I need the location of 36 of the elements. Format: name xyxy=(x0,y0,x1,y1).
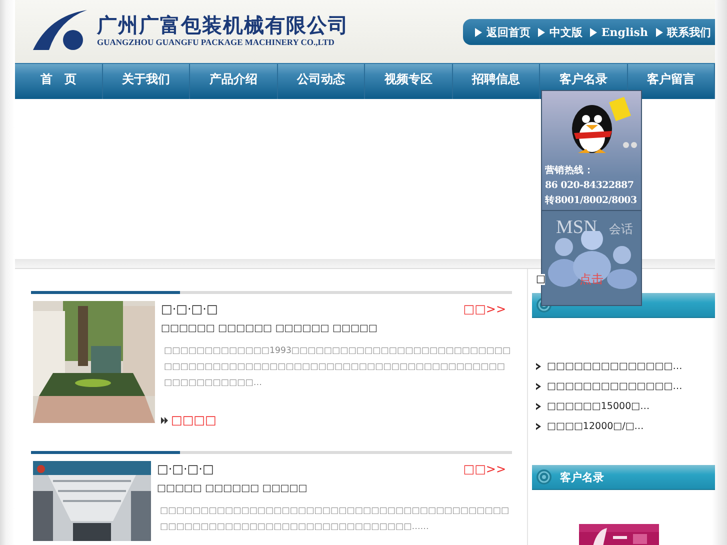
phone-number: 86 020-84322887 xyxy=(544,179,634,193)
news-link[interactable]: □□□□□□□□□□□□□□… xyxy=(547,360,682,372)
section-header-title: 客户名录 xyxy=(560,470,604,484)
triangle-icon xyxy=(590,28,598,36)
more-link[interactable]: □□>> xyxy=(463,462,506,476)
hotline-label: 营销热线： xyxy=(544,164,594,178)
triangle-icon xyxy=(656,28,663,36)
chevron-icon xyxy=(536,382,542,390)
headline: □□□□□ □□□□□□ □□□□□ xyxy=(157,483,308,494)
news-link[interactable]: □□□□□□15000□… xyxy=(547,400,650,412)
body-text: □□□□□□□□□□□□□1993□□□□□□□□□□□□□□□□□□□□□□□□□□□□□□□□□□□□□□□□□□□□□□□□□□□□□□□□□□□□□□□□□□□□□□□□□□□□□□□□… xyxy=(163,345,512,390)
quick-link[interactable]: English xyxy=(601,26,648,38)
double-arrow-icon xyxy=(161,416,168,424)
company-name: 广州广富包装机械有限公司 xyxy=(97,13,349,37)
chevron-icon xyxy=(536,362,542,370)
msn-label: MSN xyxy=(556,217,598,239)
detail-link[interactable]: □□□□ xyxy=(171,413,216,427)
news-link[interactable]: □□□□12000□/□… xyxy=(547,420,644,432)
quick-link[interactable]: 中文版 xyxy=(549,24,582,40)
body-text: □□□□□□□□□□□□□□□□□□□□□□□□□□□□□□□□□□□□□□□□□□□□□□□□□□□□□□□□□□□□□□□□□□□□□□□□□□…… xyxy=(159,505,510,534)
quick-link[interactable]: 返回首页 xyxy=(486,24,530,40)
placeholder-glyph: □ xyxy=(536,274,546,285)
quick-link[interactable]: 联系我们 xyxy=(667,24,711,40)
target-icon xyxy=(536,469,552,485)
more-link[interactable]: □□>> xyxy=(463,302,506,316)
section-title: □·□·□·□ xyxy=(157,462,214,476)
triangle-icon xyxy=(538,28,546,36)
headline: □□□□□□ □□□□□□ □□□□□□ □□□□□ xyxy=(161,323,378,334)
chevron-icon xyxy=(536,402,542,410)
company-name-english: GUANGZHOU GUANGFU PACKAGE MACHINERY CO.,LTD xyxy=(97,37,336,47)
triangle-icon xyxy=(475,28,482,36)
section-title: □·□·□·□ xyxy=(161,302,218,316)
chat-label: 会话 xyxy=(609,221,634,238)
news-link[interactable]: □□□□□□□□□□□□□□… xyxy=(547,380,682,392)
phone-extension: 转8001/8002/8003 xyxy=(544,194,637,208)
chevron-icon xyxy=(536,422,542,430)
